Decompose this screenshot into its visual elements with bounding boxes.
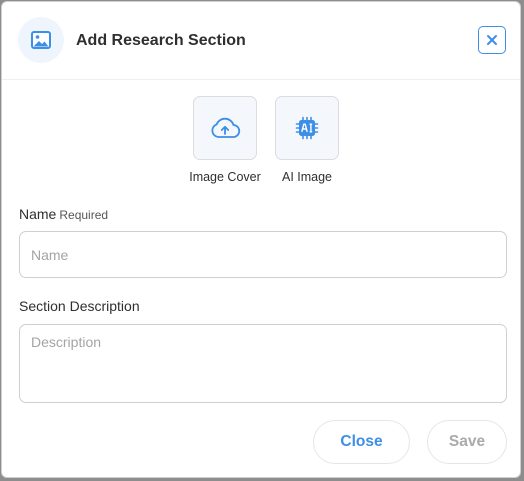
close-button[interactable]: Close xyxy=(313,420,410,464)
close-icon xyxy=(487,35,497,45)
close-dialog-button[interactable] xyxy=(478,26,506,54)
save-button[interactable]: Save xyxy=(427,420,507,464)
description-field-label: Section Description xyxy=(19,298,140,314)
name-input[interactable] xyxy=(19,231,507,278)
header-icon-badge xyxy=(18,17,64,63)
image-icon xyxy=(31,31,51,49)
required-hint: Required xyxy=(59,208,109,222)
ai-image-button[interactable] xyxy=(275,96,339,160)
add-research-section-dialog: Add Research Section Image Cover AI Imag… xyxy=(1,1,521,478)
description-input[interactable] xyxy=(19,324,507,403)
name-label-text: Name xyxy=(19,206,57,222)
name-field-label: Name Required xyxy=(19,206,108,223)
image-cover-button[interactable] xyxy=(193,96,257,160)
dialog-header: Add Research Section xyxy=(2,2,520,80)
ai-chip-icon xyxy=(295,116,319,140)
ai-image-label: AI Image xyxy=(281,170,333,184)
cloud-upload-icon xyxy=(211,117,241,138)
dialog-title: Add Research Section xyxy=(76,32,246,49)
